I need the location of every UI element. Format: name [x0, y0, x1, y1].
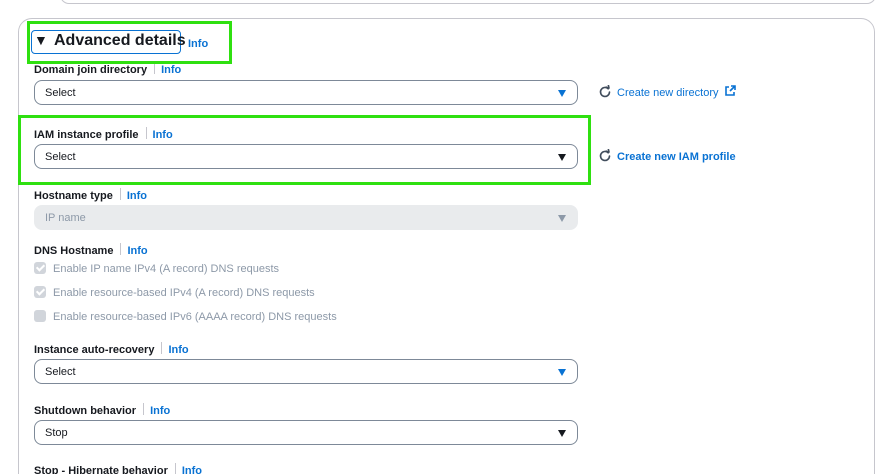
dns-ipv6-resource-option: Enable resource-based IPv6 (AAAA record)…: [34, 310, 337, 323]
checkbox-checked: [34, 286, 46, 298]
create-new-iam-profile-link[interactable]: Create new IAM profile: [598, 149, 736, 163]
shutdown-select[interactable]: Stop: [34, 420, 578, 445]
hostname-type-info-link[interactable]: Info: [127, 190, 147, 202]
hostname-type-placeholder: IP name: [45, 212, 86, 224]
chevron-down-icon: [558, 430, 566, 437]
auto-recovery-select-value: Select: [45, 366, 76, 378]
highlight-advanced-details: [27, 21, 232, 64]
dns-hostname-info-link[interactable]: Info: [127, 245, 147, 257]
chevron-down-icon: [558, 215, 566, 222]
previous-section-edge: [60, 0, 876, 4]
domain-join-info-link[interactable]: Info: [161, 64, 181, 76]
auto-recovery-select[interactable]: Select: [34, 359, 578, 384]
dns-ipv4-ip-name-option: Enable IP name IPv4 (A record) DNS reque…: [34, 262, 279, 275]
hibernate-info-link[interactable]: Info: [182, 465, 202, 474]
auto-recovery-label: Instance auto-recovery: [34, 344, 155, 356]
domain-join-select-value: Select: [45, 87, 76, 99]
dns-option-label: Enable resource-based IPv4 (A record) DN…: [53, 287, 315, 299]
auto-recovery-label-row: Instance auto-recovery Info: [34, 342, 189, 356]
auto-recovery-info-link[interactable]: Info: [168, 344, 188, 356]
shutdown-label: Shutdown behavior: [34, 405, 137, 417]
create-new-directory-text: Create new directory: [617, 87, 719, 99]
hostname-type-label-row: Hostname type Info: [34, 188, 147, 202]
chevron-down-icon: [558, 90, 566, 97]
dns-hostname-label-row: DNS Hostname Info: [34, 243, 148, 257]
create-new-directory-link[interactable]: Create new directory: [598, 85, 736, 99]
dns-hostname-label: DNS Hostname: [34, 245, 114, 257]
checkbox-checked: [34, 262, 46, 274]
hostname-type-select: IP name: [34, 205, 578, 230]
dns-option-label: Enable resource-based IPv6 (AAAA record)…: [53, 311, 337, 323]
highlight-iam-profile: [18, 115, 591, 185]
checkbox-unchecked: [34, 310, 46, 322]
hibernate-label: Stop - Hibernate behavior: [34, 465, 168, 474]
external-link-icon: [724, 85, 736, 96]
hibernate-label-row: Stop - Hibernate behavior Info: [34, 463, 202, 474]
domain-join-label-row: Domain join directory Info: [34, 62, 181, 76]
domain-join-select[interactable]: Select: [34, 80, 578, 105]
refresh-icon[interactable]: [598, 149, 612, 163]
shutdown-select-value: Stop: [45, 427, 68, 439]
dns-option-label: Enable IP name IPv4 (A record) DNS reque…: [53, 263, 280, 275]
chevron-down-icon: [558, 369, 566, 376]
hostname-type-label: Hostname type: [34, 190, 113, 202]
shutdown-info-link[interactable]: Info: [150, 405, 170, 417]
shutdown-label-row: Shutdown behavior Info: [34, 403, 170, 417]
create-new-iam-profile-text: Create new IAM profile: [617, 151, 736, 163]
domain-join-label: Domain join directory: [34, 64, 148, 76]
refresh-icon[interactable]: [598, 85, 612, 99]
dns-ipv4-resource-option: Enable resource-based IPv4 (A record) DN…: [34, 286, 315, 299]
